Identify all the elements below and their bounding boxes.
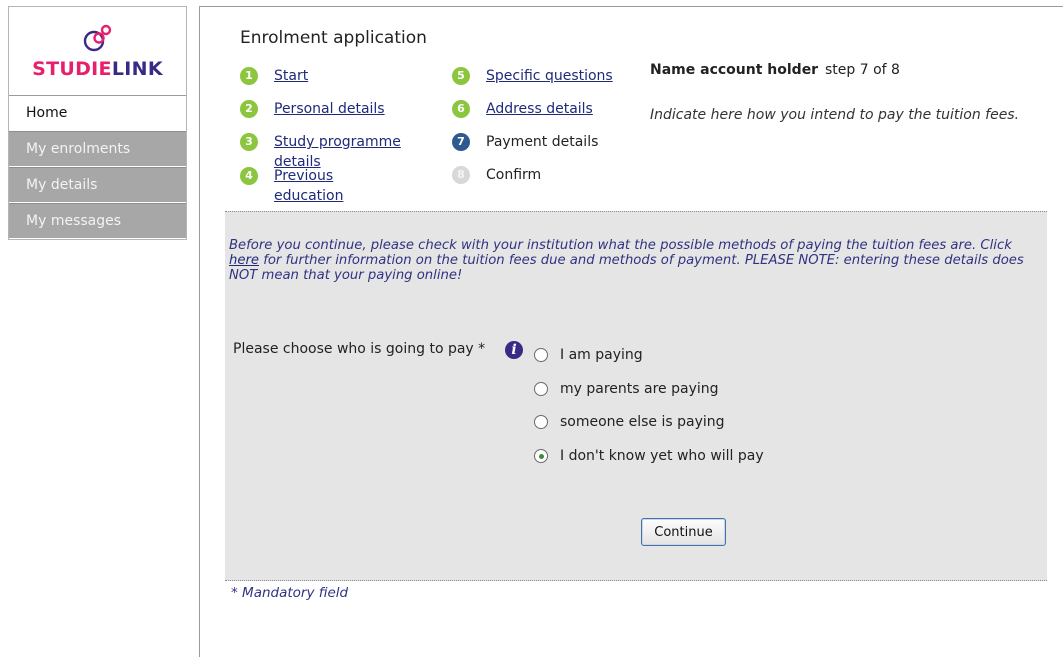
- radio-button-selected[interactable]: [534, 449, 548, 463]
- step-label-confirm: Confirm: [486, 167, 542, 183]
- sidebar: STUDIELINK Home My enrolments My details…: [8, 6, 187, 240]
- step-link-personal-details[interactable]: Personal details: [274, 99, 385, 119]
- step-number-badge: 5: [452, 67, 470, 85]
- step-link-specific-questions[interactable]: Specific questions: [486, 66, 613, 86]
- page-title: Enrolment application: [240, 28, 427, 48]
- continue-button[interactable]: Continue: [641, 518, 726, 546]
- step-number-badge: 1: [240, 67, 258, 85]
- radio-label: my parents are paying: [560, 381, 719, 397]
- radio-label: I don't know yet who will pay: [560, 448, 764, 464]
- step-number-badge: 4: [240, 167, 258, 185]
- mandatory-field-note: * Mandatory field: [231, 585, 349, 601]
- page-instruction: Indicate here how you intend to pay the …: [650, 107, 1020, 123]
- logo-rings-icon: [83, 24, 112, 52]
- step-counter: step 7 of 8: [825, 62, 900, 78]
- radio-button[interactable]: [534, 415, 548, 429]
- step-number-badge: 2: [240, 100, 258, 118]
- radio-button[interactable]: [534, 348, 548, 362]
- step-number-badge: 7: [452, 133, 470, 151]
- step-number-badge: 3: [240, 133, 258, 151]
- logo-wordmark: STUDIELINK: [32, 58, 163, 80]
- radio-label: someone else is paying: [560, 414, 725, 430]
- payer-question-label: Please choose who is going to pay *: [233, 341, 486, 357]
- radio-label: I am paying: [560, 347, 643, 363]
- step-label-payment-details: Payment details: [486, 134, 599, 150]
- tuition-fees-info-link[interactable]: here: [229, 253, 259, 268]
- info-icon[interactable]: i: [505, 341, 523, 359]
- sidebar-item-my-details[interactable]: My details: [9, 167, 186, 202]
- payment-notice: Before you continue, please check with y…: [229, 238, 1024, 283]
- radio-button[interactable]: [534, 382, 548, 396]
- step-link-start[interactable]: Start: [274, 66, 308, 86]
- step-number-badge: 8: [452, 166, 470, 184]
- sidebar-item-my-enrolments[interactable]: My enrolments: [9, 131, 186, 166]
- step-link-address-details[interactable]: Address details: [486, 99, 593, 119]
- account-holder-label: Name account holder: [650, 62, 819, 78]
- studielink-logo[interactable]: STUDIELINK: [9, 7, 186, 95]
- sidebar-item-my-messages[interactable]: My messages: [9, 203, 186, 238]
- step-number-badge: 6: [452, 100, 470, 118]
- step-link-study-programme-details[interactable]: Study programme: [274, 132, 401, 152]
- sidebar-item-home[interactable]: Home: [9, 95, 186, 130]
- step-link-previous-education-line2[interactable]: education: [274, 186, 343, 206]
- step-link-previous-education[interactable]: Previous: [274, 166, 333, 186]
